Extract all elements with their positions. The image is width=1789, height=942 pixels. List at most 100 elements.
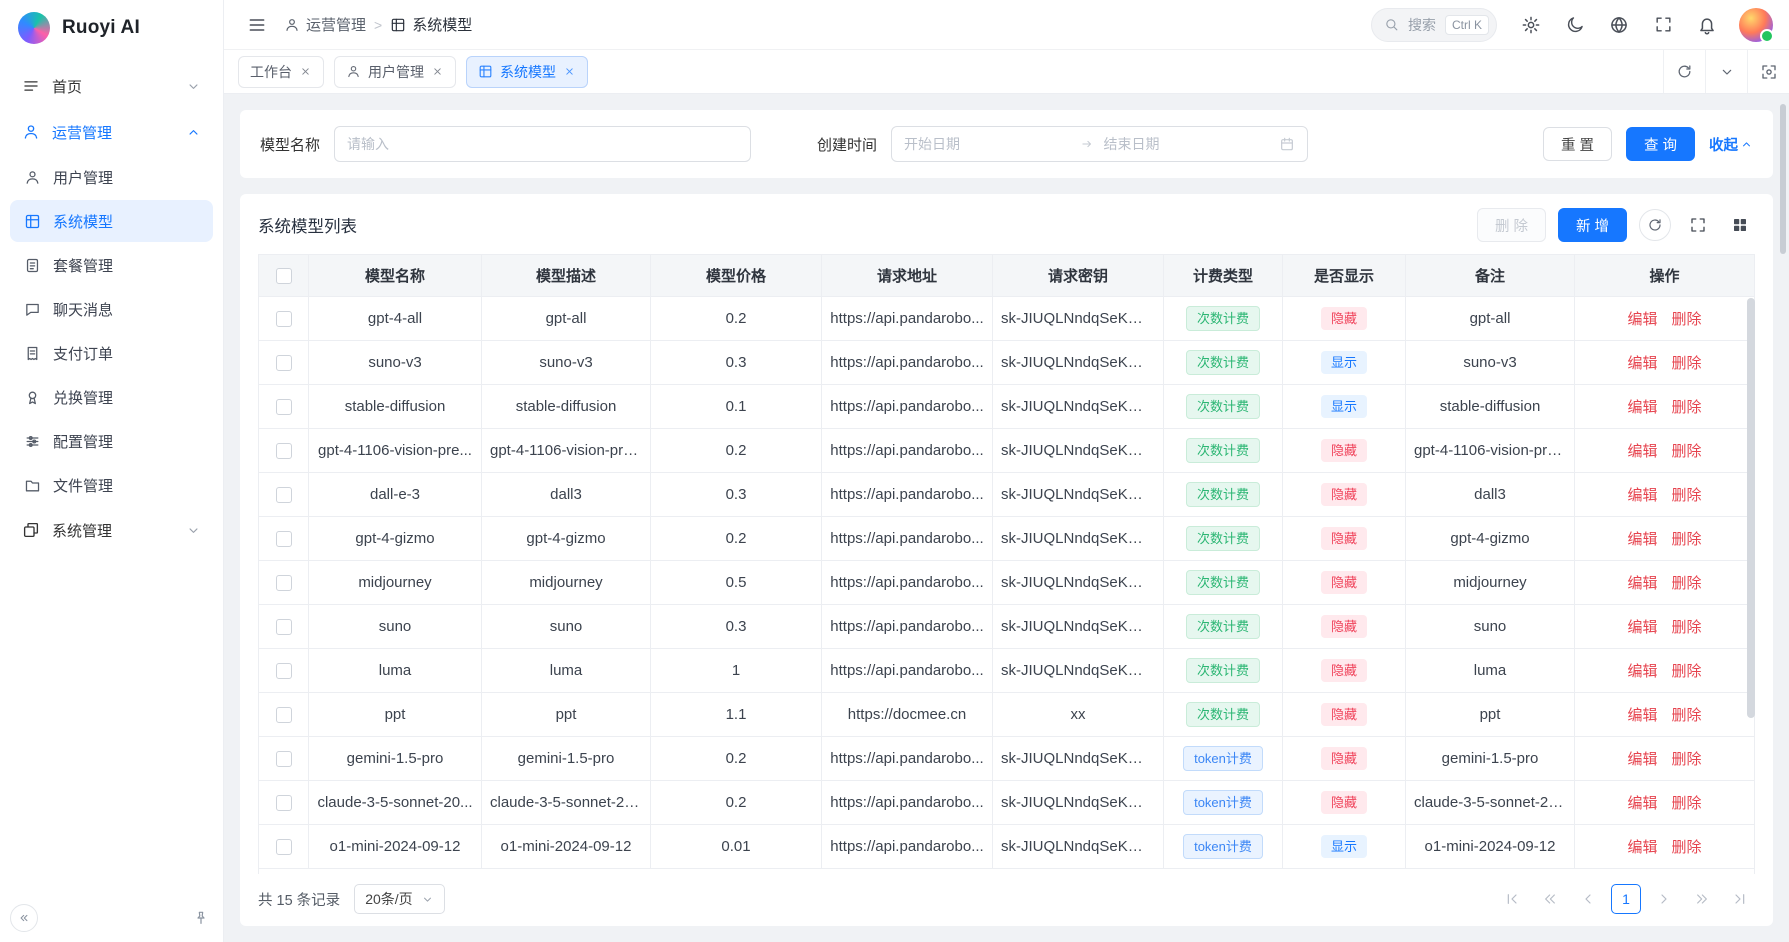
row-checkbox[interactable] — [276, 707, 292, 723]
row-checkbox[interactable] — [276, 311, 292, 327]
prev-group-button[interactable] — [1535, 884, 1565, 914]
refresh-tab-button[interactable] — [1663, 50, 1705, 93]
table-scrollbar[interactable] — [1747, 298, 1755, 718]
row-checkbox[interactable] — [276, 751, 292, 767]
edit-link[interactable]: 编辑 — [1627, 839, 1657, 856]
edit-link[interactable]: 编辑 — [1627, 487, 1657, 504]
logo[interactable]: Ruoyi AI — [0, 0, 223, 56]
edit-link[interactable]: 编辑 — [1627, 575, 1657, 592]
add-button[interactable]: 新 增 — [1558, 208, 1627, 242]
row-checkbox[interactable] — [276, 839, 292, 855]
prev-page-button[interactable] — [1573, 884, 1603, 914]
row-checkbox[interactable] — [276, 487, 292, 503]
row-select-cell[interactable] — [259, 737, 309, 781]
tab-menu-button[interactable] — [1705, 50, 1747, 93]
row-checkbox[interactable] — [276, 355, 292, 371]
sidebar-item-model[interactable]: 系统模型 — [10, 200, 213, 242]
row-checkbox[interactable] — [276, 795, 292, 811]
select-all-checkbox[interactable] — [276, 268, 292, 284]
edit-link[interactable]: 编辑 — [1627, 707, 1657, 724]
tab-workbench[interactable]: 工作台 — [238, 56, 324, 88]
tab-model[interactable]: 系统模型 — [466, 56, 588, 88]
edit-link[interactable]: 编辑 — [1627, 663, 1657, 680]
fullscreen-button[interactable] — [1645, 7, 1681, 43]
pin-icon[interactable] — [193, 910, 209, 926]
row-select-cell[interactable] — [259, 385, 309, 429]
edit-link[interactable]: 编辑 — [1627, 443, 1657, 460]
global-search[interactable]: 搜索 Ctrl K — [1371, 8, 1497, 42]
row-select-cell[interactable] — [259, 561, 309, 605]
row-select-cell[interactable] — [259, 341, 309, 385]
date-range-picker[interactable]: 开始日期 结束日期 — [891, 126, 1308, 162]
first-page-button[interactable] — [1497, 884, 1527, 914]
delete-link[interactable]: 删除 — [1672, 663, 1702, 680]
sidebar-item-package[interactable]: 套餐管理 — [10, 244, 213, 286]
breadcrumb-item-model[interactable]: 系统模型 — [390, 14, 472, 35]
sidebar-item-config[interactable]: 配置管理 — [10, 420, 213, 462]
collapse-sidebar-button[interactable] — [10, 904, 38, 932]
delete-link[interactable]: 删除 — [1672, 399, 1702, 416]
row-select-cell[interactable] — [259, 473, 309, 517]
sidebar-item-user[interactable]: 用户管理 — [10, 156, 213, 198]
sidebar-item-file[interactable]: 文件管理 — [10, 464, 213, 506]
sidebar-item-order[interactable]: 支付订单 — [10, 332, 213, 374]
edit-link[interactable]: 编辑 — [1627, 751, 1657, 768]
last-page-button[interactable] — [1725, 884, 1755, 914]
settings-button[interactable] — [1513, 7, 1549, 43]
language-button[interactable] — [1601, 7, 1637, 43]
delete-link[interactable]: 删除 — [1672, 531, 1702, 548]
dark-mode-button[interactable] — [1557, 7, 1593, 43]
row-select-cell[interactable] — [259, 297, 309, 341]
row-checkbox[interactable] — [276, 399, 292, 415]
close-icon[interactable] — [431, 65, 444, 78]
edit-link[interactable]: 编辑 — [1627, 355, 1657, 372]
sidebar-item-system[interactable]: 系统管理 — [10, 508, 213, 552]
row-select-cell[interactable] — [259, 693, 309, 737]
column-settings-button[interactable] — [1725, 210, 1755, 240]
close-icon[interactable] — [563, 65, 576, 78]
row-checkbox[interactable] — [276, 575, 292, 591]
tab-user[interactable]: 用户管理 — [334, 56, 456, 88]
sidebar-item-chat[interactable]: 聊天消息 — [10, 288, 213, 330]
row-select-cell[interactable] — [259, 781, 309, 825]
edit-link[interactable]: 编辑 — [1627, 399, 1657, 416]
row-checkbox[interactable] — [276, 443, 292, 459]
maximize-content-button[interactable] — [1747, 50, 1789, 93]
row-checkbox[interactable] — [276, 619, 292, 635]
row-select-cell[interactable] — [259, 825, 309, 869]
sidebar-item-redeem[interactable]: 兑换管理 — [10, 376, 213, 418]
delete-link[interactable]: 删除 — [1672, 575, 1702, 592]
delete-link[interactable]: 删除 — [1672, 619, 1702, 636]
row-select-cell[interactable] — [259, 605, 309, 649]
avatar[interactable] — [1739, 8, 1773, 42]
delete-link[interactable]: 删除 — [1672, 443, 1702, 460]
delete-link[interactable]: 删除 — [1672, 355, 1702, 372]
sidebar-item-home[interactable]: 首页 — [10, 64, 213, 108]
delete-link[interactable]: 删除 — [1672, 487, 1702, 504]
collapse-filter-link[interactable]: 收起 — [1709, 134, 1753, 155]
edit-link[interactable]: 编辑 — [1627, 795, 1657, 812]
edit-link[interactable]: 编辑 — [1627, 619, 1657, 636]
breadcrumb-item-operations[interactable]: 运营管理 — [284, 14, 366, 35]
page-number[interactable]: 1 — [1611, 884, 1641, 914]
edit-link[interactable]: 编辑 — [1627, 311, 1657, 328]
page-size-select[interactable]: 20条/页 — [354, 884, 444, 914]
delete-link[interactable]: 删除 — [1672, 795, 1702, 812]
delete-link[interactable]: 删除 — [1672, 311, 1702, 328]
page-scrollbar[interactable] — [1780, 104, 1786, 254]
select-all-cell[interactable] — [259, 255, 309, 297]
row-select-cell[interactable] — [259, 517, 309, 561]
next-group-button[interactable] — [1687, 884, 1717, 914]
model-name-input[interactable] — [334, 126, 751, 162]
next-page-button[interactable] — [1649, 884, 1679, 914]
row-checkbox[interactable] — [276, 531, 292, 547]
delete-link[interactable]: 删除 — [1672, 707, 1702, 724]
delete-link[interactable]: 删除 — [1672, 839, 1702, 856]
edit-link[interactable]: 编辑 — [1627, 531, 1657, 548]
batch-delete-button[interactable]: 删 除 — [1477, 208, 1546, 242]
row-select-cell[interactable] — [259, 429, 309, 473]
sidebar-item-operations[interactable]: 运营管理 — [10, 110, 213, 154]
refresh-table-button[interactable] — [1639, 209, 1671, 241]
delete-link[interactable]: 删除 — [1672, 751, 1702, 768]
notifications-button[interactable] — [1689, 7, 1725, 43]
